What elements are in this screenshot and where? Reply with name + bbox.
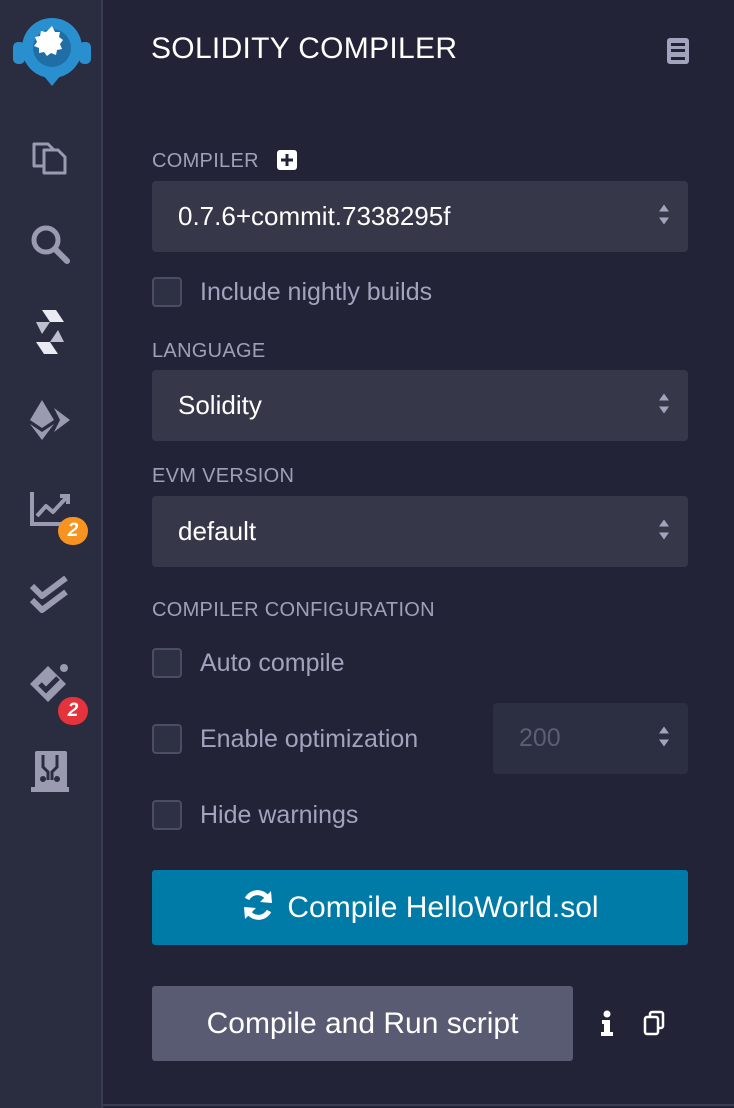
deploy-run-icon[interactable] — [20, 390, 80, 450]
compile-button-label: Compile HelloWorld.sol — [287, 890, 599, 924]
remix-logo-icon[interactable] — [8, 8, 96, 92]
auto-compile-row[interactable]: Auto compile — [152, 648, 345, 678]
language-value: Solidity — [178, 390, 262, 420]
copy-icon[interactable] — [643, 1010, 665, 1041]
hide-warnings-checkbox[interactable] — [152, 800, 182, 830]
select-arrows-icon — [658, 392, 670, 419]
enable-optimization-row[interactable]: Enable optimization — [152, 724, 418, 754]
nightly-builds-checkbox-row[interactable]: Include nightly builds — [152, 277, 432, 307]
auto-compile-checkbox[interactable] — [152, 648, 182, 678]
search-icon[interactable] — [20, 214, 80, 274]
static-check-badge: 2 — [58, 697, 88, 725]
stepper-arrows-icon[interactable] — [658, 725, 670, 752]
compile-button[interactable]: Compile HelloWorld.sol — [152, 870, 688, 945]
analysis-badge: 2 — [58, 517, 88, 545]
auto-compile-label: Auto compile — [200, 648, 345, 677]
compiler-configuration-label: COMPILER CONFIGURATION — [152, 599, 435, 621]
compiler-panel: SOLIDITY COMPILER COMPILER 0.7.6+commit.… — [103, 0, 734, 1108]
optimization-runs-input[interactable]: 200 — [493, 703, 688, 774]
nightly-builds-label: Include nightly builds — [200, 277, 433, 306]
file-explorer-icon[interactable] — [20, 126, 80, 186]
compile-and-run-button[interactable]: Compile and Run script — [152, 986, 573, 1061]
hide-warnings-label: Hide warnings — [200, 800, 359, 829]
refresh-icon — [241, 888, 275, 927]
select-arrows-icon — [658, 518, 670, 545]
panel-divider — [103, 1104, 734, 1106]
optimization-runs-value: 200 — [519, 724, 561, 752]
compiler-version-value: 0.7.6+commit.7338295f — [178, 201, 451, 231]
documentation-icon[interactable] — [666, 37, 690, 70]
enable-optimization-label: Enable optimization — [200, 724, 419, 753]
testing-icon[interactable] — [20, 566, 80, 626]
info-icon[interactable] — [600, 1010, 614, 1041]
solidity-compiler-icon[interactable] — [20, 302, 80, 362]
compiler-version-select[interactable]: 0.7.6+commit.7338295f — [152, 181, 688, 252]
evm-version-value: default — [178, 516, 257, 546]
evm-version-select[interactable]: default — [152, 496, 688, 567]
language-select[interactable]: Solidity — [152, 370, 688, 441]
enable-optimization-checkbox[interactable] — [152, 724, 182, 754]
icon-rail: 2 2 — [0, 0, 103, 1108]
panel-title: SOLIDITY COMPILER — [151, 32, 458, 65]
compiler-label: COMPILER — [152, 150, 259, 172]
language-label: LANGUAGE — [152, 340, 266, 362]
hide-warnings-row[interactable]: Hide warnings — [152, 800, 358, 830]
add-compiler-icon[interactable] — [277, 150, 297, 170]
plugin-icon[interactable] — [20, 742, 80, 802]
nightly-builds-checkbox[interactable] — [152, 277, 182, 307]
select-arrows-icon — [658, 203, 670, 230]
evm-version-label: EVM VERSION — [152, 465, 295, 487]
compile-and-run-label: Compile and Run script — [206, 1006, 519, 1040]
